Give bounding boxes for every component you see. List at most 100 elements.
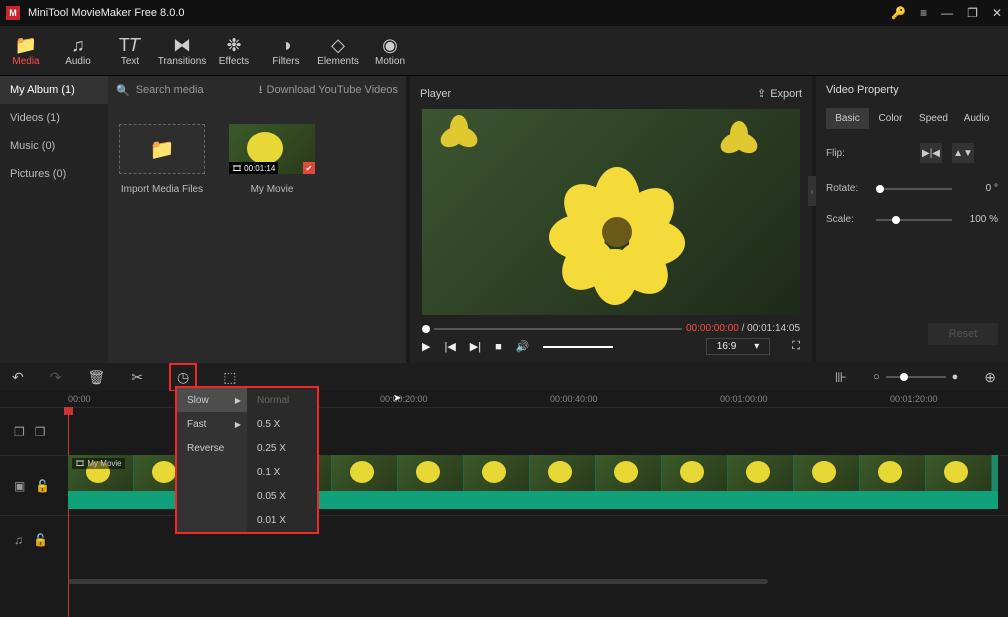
seek-bar[interactable]: 00:00:00:00 / 00:01:14:05: [422, 323, 800, 334]
speedmenu-0-05x[interactable]: 0.05 X: [247, 484, 317, 508]
playhead[interactable]: [68, 407, 69, 617]
sidebar-item-videos[interactable]: Videos (1): [0, 104, 108, 132]
close-icon[interactable]: ✕: [992, 6, 1002, 20]
zoom-control[interactable]: ○ ●: [873, 371, 958, 383]
proptab-audio[interactable]: Audio: [955, 108, 998, 129]
undo-icon[interactable]: ↶: [12, 369, 24, 386]
speedmenu-slow[interactable]: Slow▶: [177, 388, 247, 412]
speedmenu-normal[interactable]: Normal: [247, 388, 317, 412]
app-title: MiniTool MovieMaker Free 8.0.0: [28, 7, 891, 19]
fullscreen-icon[interactable]: ⛶: [792, 340, 800, 353]
media-thumbnail[interactable]: 🎞00:01:14 ✔: [229, 124, 315, 174]
volume-icon[interactable]: 🔊: [516, 340, 530, 353]
tab-elements[interactable]: ◇Elements: [312, 26, 364, 75]
sidebar-item-pictures[interactable]: Pictures (0): [0, 160, 108, 188]
media-sidebar: My Album (1) Videos (1) Music (0) Pictur…: [0, 76, 108, 363]
tab-filters[interactable]: ◑Filters: [260, 26, 312, 75]
delete-icon[interactable]: 🗑: [87, 369, 105, 386]
audio-adjust-icon[interactable]: ⊪: [835, 369, 847, 386]
layer-copy-icon[interactable]: ❐: [14, 425, 25, 439]
motion-icon: ◉: [382, 34, 398, 56]
scale-value: 100 %: [960, 214, 998, 225]
download-icon: ⭳: [259, 81, 263, 100]
chevron-right-icon: ▶: [235, 396, 241, 405]
sidebar-item-my-album[interactable]: My Album (1): [0, 76, 108, 104]
aspect-select[interactable]: 16:9▾: [706, 338, 771, 355]
zoom-fit-icon[interactable]: ⊕: [984, 369, 996, 386]
tab-effects[interactable]: ❉Effects: [208, 26, 260, 75]
prev-frame-icon[interactable]: |◀: [444, 340, 455, 353]
text-icon: T𝑇: [119, 34, 141, 56]
panel-collapse-toggle[interactable]: ›: [808, 176, 816, 206]
lock-icon[interactable]: 🔓: [33, 533, 48, 547]
music-note-icon: ♫: [71, 34, 85, 56]
audio-track-icon: ♫: [14, 533, 23, 547]
media-thumbnail-label: My Movie: [251, 184, 294, 195]
tab-text[interactable]: T𝑇Text: [104, 26, 156, 75]
speedmenu-reverse[interactable]: Reverse: [177, 436, 247, 460]
flip-vertical-icon: ▲▼: [953, 148, 973, 159]
film-icon: 🎞: [232, 164, 242, 173]
split-icon[interactable]: ✂: [131, 369, 143, 386]
key-icon[interactable]: 🔑: [891, 6, 906, 20]
import-media-label: Import Media Files: [121, 184, 203, 195]
layer-copy2-icon[interactable]: ❐: [35, 425, 46, 439]
transitions-icon: ⧓: [173, 34, 191, 56]
tab-audio[interactable]: ♫Audio: [52, 26, 104, 75]
time-ruler[interactable]: 00:00 00:00:20:00 00:00:40:00 00:01:00:0…: [0, 391, 1008, 407]
sidebar-item-music[interactable]: Music (0): [0, 132, 108, 160]
film-icon: 🎞: [75, 459, 85, 468]
flip-horizontal-button[interactable]: ▶|◀: [920, 143, 942, 163]
timeline-panel: ↶ ↷ 🗑 ✂ ◷ ⬚ ⊪ ○ ● ⊕ 00:00 00:00:20:00 00…: [0, 363, 1008, 585]
redo-icon[interactable]: ↷: [50, 369, 62, 386]
video-track-icon: ▣: [14, 479, 25, 493]
search-input[interactable]: Search media: [136, 84, 204, 96]
reset-button[interactable]: Reset: [928, 323, 998, 345]
stop-icon[interactable]: ■: [495, 341, 502, 353]
property-title: Video Property: [826, 84, 998, 96]
flip-horizontal-icon: ▶|◀: [922, 148, 940, 159]
minimize-icon[interactable]: ―: [941, 6, 953, 20]
lock-icon[interactable]: 🔓: [35, 479, 50, 493]
play-icon[interactable]: ▶: [422, 340, 430, 353]
next-frame-icon[interactable]: ▶|: [470, 340, 481, 353]
chevron-right-icon: ▶: [235, 420, 241, 429]
time-total: 00:01:14:05: [747, 323, 800, 334]
zoom-out-icon[interactable]: ○: [873, 371, 880, 383]
search-icon[interactable]: 🔍: [116, 84, 130, 97]
time-current: 00:00:00:00: [686, 323, 739, 334]
hamburger-menu-icon[interactable]: ≡: [920, 6, 927, 20]
horizontal-scrollbar[interactable]: [0, 577, 1008, 585]
category-tabs: 📁Media ♫Audio T𝑇Text ⧓Transitions ❉Effec…: [0, 26, 1008, 76]
maximize-icon[interactable]: ❐: [967, 6, 978, 20]
proptab-basic[interactable]: Basic: [826, 108, 869, 129]
app-logo-icon: M: [6, 6, 20, 20]
proptab-color[interactable]: Color: [869, 108, 912, 129]
proptab-speed[interactable]: Speed: [912, 108, 955, 129]
zoom-in-icon[interactable]: ●: [952, 371, 959, 383]
tab-transitions[interactable]: ⧓Transitions: [156, 26, 208, 75]
tab-media[interactable]: 📁Media: [0, 26, 52, 75]
download-youtube-link[interactable]: ⭳Download YouTube Videos: [259, 81, 398, 100]
export-icon: ⇪: [757, 87, 766, 100]
volume-slider[interactable]: [543, 346, 613, 348]
tab-motion[interactable]: ◉Motion: [364, 26, 416, 75]
import-media-button[interactable]: 📁: [119, 124, 205, 174]
video-preview: [422, 109, 800, 315]
export-button[interactable]: ⇪Export: [757, 87, 802, 100]
speedmenu-0-1x[interactable]: 0.1 X: [247, 460, 317, 484]
crop-icon[interactable]: ⬚: [223, 369, 236, 386]
clip-label: 🎞 My Movie: [72, 458, 125, 469]
speed-context-menu: Slow▶ Fast▶ Reverse Normal 0.5 X 0.25 X …: [175, 386, 319, 534]
flip-vertical-button[interactable]: ▲▼: [952, 143, 974, 163]
checkmark-icon: ✔: [303, 162, 315, 174]
speedmenu-0-25x[interactable]: 0.25 X: [247, 436, 317, 460]
rotate-value: 0 °: [960, 183, 998, 194]
folder-plus-icon: 📁: [150, 137, 175, 162]
scale-slider[interactable]: [876, 219, 952, 221]
rotate-slider[interactable]: [876, 188, 952, 190]
chevron-down-icon: ▾: [754, 341, 759, 352]
speedmenu-0-5x[interactable]: 0.5 X: [247, 412, 317, 436]
speedmenu-0-01x[interactable]: 0.01 X: [247, 508, 317, 532]
speedmenu-fast[interactable]: Fast▶: [177, 412, 247, 436]
